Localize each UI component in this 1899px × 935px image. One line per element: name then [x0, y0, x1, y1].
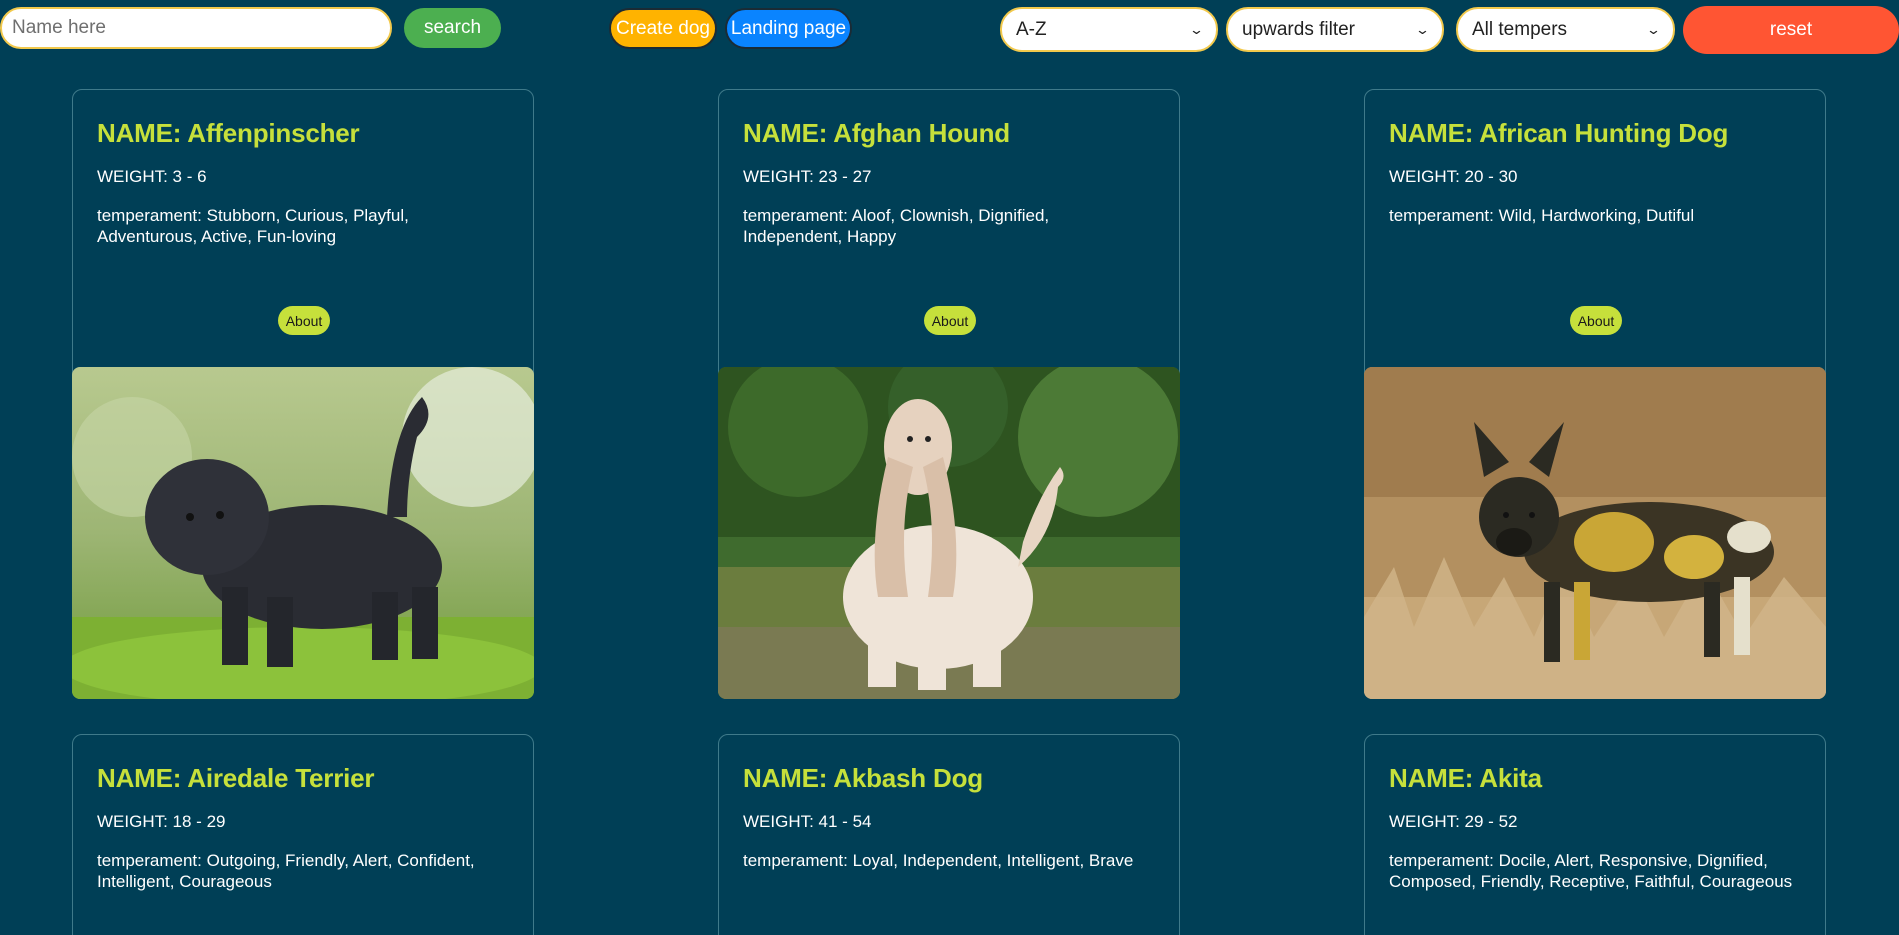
dog-card: NAME: Akita WEIGHT: 29 - 52 temperament:…: [1364, 734, 1826, 935]
dog-weight: WEIGHT: 20 - 30: [1389, 167, 1518, 186]
dog-card: NAME: Affenpinscher WEIGHT: 3 - 6 temper…: [72, 89, 534, 699]
search-input[interactable]: [0, 7, 392, 49]
dog-weight: WEIGHT: 18 - 29: [97, 812, 226, 831]
weight-filter-select[interactable]: upwards filter ⌄: [1226, 7, 1444, 52]
dog-temperament: temperament: Stubborn, Curious, Playful,…: [97, 206, 409, 246]
dog-card: NAME: Airedale Terrier WEIGHT: 18 - 29 t…: [72, 734, 534, 935]
dog-temperament: temperament: Wild, Hardworking, Dutiful: [1389, 206, 1695, 225]
temper-select-value: All tempers: [1472, 18, 1568, 40]
search-button[interactable]: search: [404, 8, 501, 48]
dog-weight: WEIGHT: 29 - 52: [1389, 812, 1518, 831]
dog-weight: WEIGHT: 3 - 6: [97, 167, 207, 186]
about-button[interactable]: About: [278, 306, 330, 335]
dog-name: NAME: Afghan Hound: [743, 118, 1010, 148]
about-button[interactable]: About: [924, 306, 976, 335]
order-select[interactable]: A-Z ⌄: [1000, 7, 1218, 52]
dog-weight: WEIGHT: 23 - 27: [743, 167, 872, 186]
landing-page-button[interactable]: Landing page: [725, 8, 852, 49]
dog-photo: [718, 367, 1180, 699]
reset-button[interactable]: reset: [1683, 6, 1899, 54]
dog-name: NAME: Akbash Dog: [743, 763, 983, 793]
dog-photo: [1364, 367, 1826, 699]
dog-temperament: temperament: Loyal, Independent, Intelli…: [743, 851, 1134, 870]
dog-card: NAME: African Hunting Dog WEIGHT: 20 - 3…: [1364, 89, 1826, 699]
dog-name: NAME: African Hunting Dog: [1389, 118, 1729, 148]
chevron-down-icon: ⌄: [1188, 21, 1205, 37]
dog-weight: WEIGHT: 41 - 54: [743, 812, 872, 831]
dog-card: NAME: Afghan Hound WEIGHT: 23 - 27 tempe…: [718, 89, 1180, 699]
chevron-down-icon: ⌄: [1414, 21, 1431, 37]
dog-photo: [72, 367, 534, 699]
dog-name: NAME: Akita: [1389, 763, 1542, 793]
dog-card: NAME: Akbash Dog WEIGHT: 41 - 54 tempera…: [718, 734, 1180, 935]
weight-filter-value: upwards filter: [1242, 18, 1355, 40]
dog-name: NAME: Airedale Terrier: [97, 763, 375, 793]
order-select-value: A-Z: [1016, 18, 1047, 40]
dog-temperament: temperament: Docile, Alert, Responsive, …: [1389, 851, 1793, 891]
dog-temperament: temperament: Outgoing, Friendly, Alert, …: [97, 851, 475, 891]
chevron-down-icon: ⌄: [1645, 21, 1662, 37]
about-button[interactable]: About: [1570, 306, 1622, 335]
toolbar: search Create dog Landing page A-Z ⌄ upw…: [0, 0, 1899, 60]
dog-name: NAME: Affenpinscher: [97, 118, 360, 148]
dog-temperament: temperament: Aloof, Clownish, Dignified,…: [743, 206, 1050, 246]
temper-select[interactable]: All tempers ⌄: [1456, 7, 1675, 52]
create-dog-button[interactable]: Create dog: [609, 8, 717, 49]
